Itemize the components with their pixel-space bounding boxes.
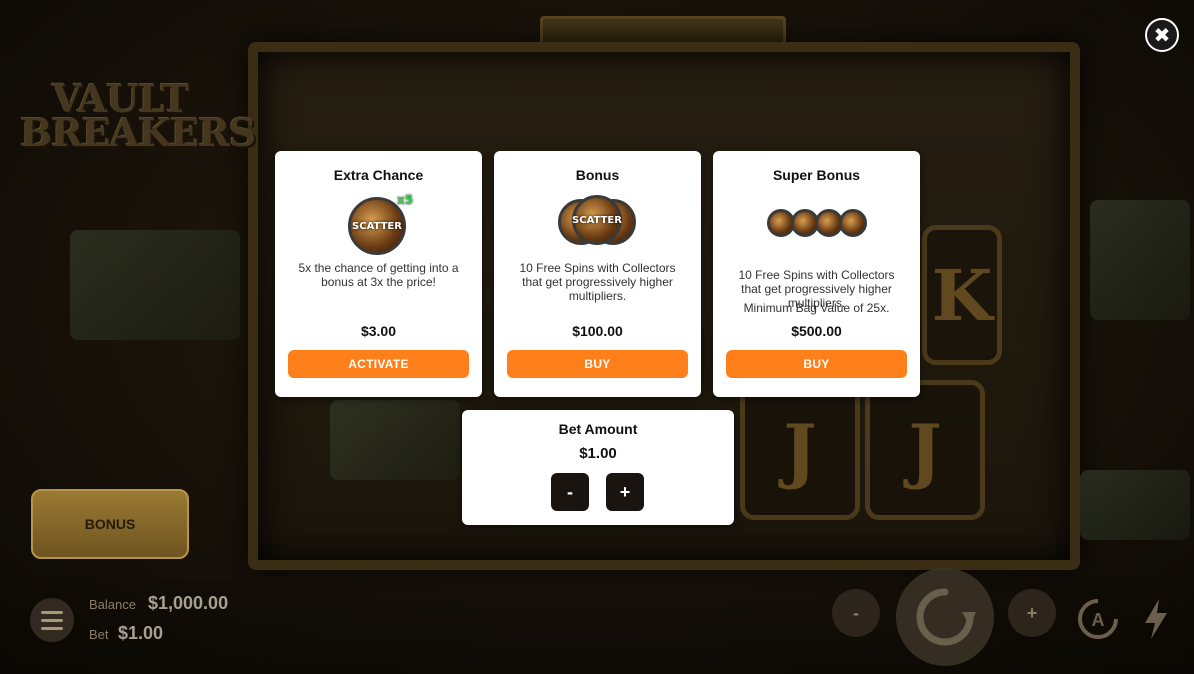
autoplay-icon: A xyxy=(1078,599,1118,639)
buy-super-bonus-button[interactable]: BUY xyxy=(726,350,907,378)
card-price: $100.00 xyxy=(572,323,623,339)
close-icon: ✖ xyxy=(1153,23,1171,47)
scatter-coin-icon: SCATTER xyxy=(572,195,622,245)
activate-button[interactable]: ACTIVATE xyxy=(288,350,469,378)
decrease-bet-button[interactable]: - xyxy=(832,589,880,637)
spin-button[interactable] xyxy=(896,568,994,666)
bet-amount-panel: Bet Amount $1.00 - + xyxy=(462,410,734,525)
bonus-card: Bonus SCATTER 10 Free Spins with Collect… xyxy=(494,151,701,397)
bet-amount-title: Bet Amount xyxy=(558,421,638,437)
coin-label: SCATTER xyxy=(352,220,402,232)
balance-value: $1,000.00 xyxy=(148,593,229,613)
bet-label: Bet xyxy=(89,627,109,642)
scatter-coin-icon xyxy=(839,209,867,237)
close-button[interactable]: ✖ xyxy=(1145,18,1179,52)
card-title: Bonus xyxy=(575,167,620,183)
bet-decrease-button[interactable]: - xyxy=(551,473,589,511)
multiplier-badge: x5 xyxy=(397,193,414,207)
lightning-icon xyxy=(1145,599,1167,639)
bet-value: $1.00 xyxy=(118,623,164,643)
bet-increase-button[interactable]: + xyxy=(606,473,644,511)
card-price: $3.00 xyxy=(360,323,397,339)
buy-bonus-button[interactable]: BUY xyxy=(507,350,688,378)
spin-icon xyxy=(916,588,976,646)
bonus-buy-button[interactable]: BONUS xyxy=(31,489,189,559)
turbo-button[interactable] xyxy=(1136,596,1176,642)
card-price: $500.00 xyxy=(791,323,842,339)
menu-icon xyxy=(41,610,63,614)
menu-button[interactable] xyxy=(30,598,74,642)
extra-chance-card: Extra Chance SCATTER x5 5x the chance of… xyxy=(275,151,482,397)
card-title: Extra Chance xyxy=(333,167,424,183)
svg-text:A: A xyxy=(1092,610,1105,630)
card-description: 10 Free Spins with Collectors that get p… xyxy=(519,261,676,303)
increase-bet-button[interactable]: + xyxy=(1008,589,1056,637)
card-description: 5x the chance of getting into a bonus at… xyxy=(298,261,459,289)
bet-amount-value: $1.00 xyxy=(579,445,617,462)
card-title: Super Bonus xyxy=(772,167,861,183)
coin-label: SCATTER xyxy=(572,214,622,226)
card-note: Minimum Bag Value of 25x. xyxy=(743,301,890,315)
autoplay-button[interactable]: A xyxy=(1076,597,1120,641)
balance-label: Balance xyxy=(89,597,136,612)
super-bonus-card: Super Bonus 10 Free Spins with Collector… xyxy=(713,151,920,397)
